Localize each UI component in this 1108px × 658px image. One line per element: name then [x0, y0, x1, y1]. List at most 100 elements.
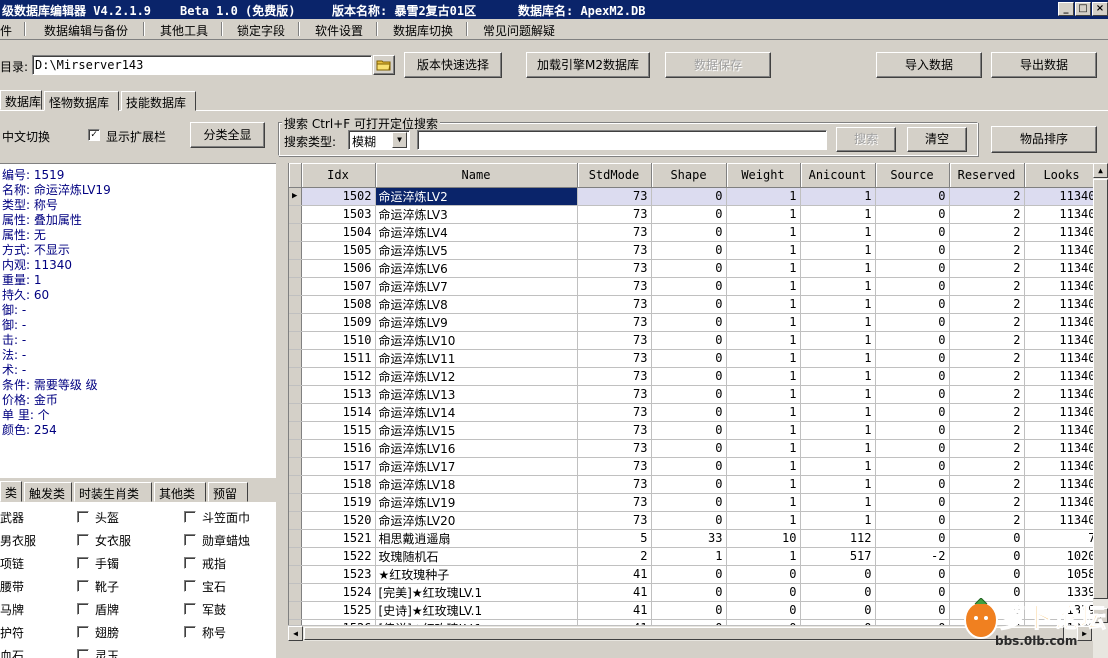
item-grid[interactable]: Idx Name StdMode Shape Weight Anicount S… [288, 163, 1108, 658]
cell-stdmode[interactable]: 73 [577, 511, 652, 530]
cell-name[interactable]: 命运淬炼LV11 [375, 349, 578, 368]
row-indicator[interactable] [289, 583, 302, 602]
cell-looks[interactable]: 11340 [1024, 259, 1100, 278]
cell-idx[interactable]: 1519 [301, 493, 376, 512]
close-icon[interactable]: × [1092, 2, 1108, 16]
cat-helmet-checkbox[interactable] [77, 511, 89, 523]
cell-weight[interactable]: 1 [726, 385, 801, 404]
cell-looks[interactable]: 11340 [1024, 187, 1100, 206]
cell-idx[interactable]: 1516 [301, 439, 376, 458]
search-type-select[interactable]: 模糊 ▼ [348, 130, 410, 150]
cell-anicount[interactable]: 1 [800, 403, 876, 422]
cell-source[interactable]: 0 [875, 475, 950, 494]
item-sort-button[interactable]: 物品排序 [991, 126, 1097, 153]
cell-source[interactable]: 0 [875, 241, 950, 260]
cell-idx[interactable]: 1510 [301, 331, 376, 350]
cell-stdmode[interactable]: 2 [577, 547, 652, 566]
cell-source[interactable]: 0 [875, 529, 950, 548]
cell-looks[interactable]: 11340 [1024, 403, 1100, 422]
cell-anicount[interactable]: 517 [800, 547, 876, 566]
cell-shape[interactable]: 0 [651, 403, 727, 422]
table-row[interactable]: 1514 命运淬炼LV14 73 0 1 1 0 2 11340 [289, 403, 1100, 422]
cell-shape[interactable]: 0 [651, 493, 727, 512]
cell-reserved[interactable]: 2 [949, 421, 1025, 440]
vertical-scroll-thumb[interactable] [1093, 179, 1108, 599]
cell-stdmode[interactable]: 73 [577, 241, 652, 260]
cell-looks[interactable]: 11340 [1024, 367, 1100, 386]
save-data-button[interactable]: 数据保存 [665, 52, 771, 78]
table-row[interactable]: 1511 命运淬炼LV11 73 0 1 1 0 2 11340 [289, 349, 1100, 368]
cell-anicount[interactable]: 1 [800, 259, 876, 278]
cell-shape[interactable]: 0 [651, 295, 727, 314]
clear-button[interactable]: 清空 [907, 127, 967, 152]
cell-anicount[interactable]: 1 [800, 439, 876, 458]
cell-looks[interactable]: 11340 [1024, 241, 1100, 260]
menu-software-settings[interactable]: 软件设置 [315, 22, 363, 39]
cell-name[interactable]: 命运淬炼LV12 [375, 367, 578, 386]
cell-reserved[interactable]: 2 [949, 457, 1025, 476]
cell-name[interactable]: 命运淬炼LV15 [375, 421, 578, 440]
col-looks[interactable]: Looks [1024, 163, 1100, 188]
cell-weight[interactable]: 1 [726, 493, 801, 512]
cell-weight[interactable]: 1 [726, 349, 801, 368]
cell-idx[interactable]: 1517 [301, 457, 376, 476]
cat-amulet[interactable]: 护符 [0, 624, 24, 641]
table-row[interactable]: 1508 命运淬炼LV8 73 0 1 1 0 2 11340 [289, 295, 1100, 314]
menu-other-tools[interactable]: 其他工具 [160, 22, 208, 39]
row-indicator[interactable] [289, 205, 302, 224]
cell-weight[interactable]: 1 [726, 511, 801, 530]
cell-anicount[interactable]: 1 [800, 475, 876, 494]
col-shape[interactable]: Shape [651, 163, 727, 188]
search-button[interactable]: 搜索 [836, 127, 896, 152]
cell-weight[interactable]: 1 [726, 421, 801, 440]
cell-anicount[interactable]: 1 [800, 511, 876, 530]
search-input[interactable] [417, 130, 827, 150]
cell-shape[interactable]: 1 [651, 547, 727, 566]
cell-source[interactable]: 0 [875, 601, 950, 620]
cell-weight[interactable]: 1 [726, 241, 801, 260]
table-row[interactable]: 1506 命运淬炼LV6 73 0 1 1 0 2 11340 [289, 259, 1100, 278]
row-indicator[interactable] [289, 421, 302, 440]
cell-name[interactable]: 命运淬炼LV2 [375, 187, 578, 206]
menu-data-edit-backup[interactable]: 数据编辑与备份 [44, 22, 128, 39]
minimize-icon[interactable]: _ [1058, 2, 1074, 16]
cell-anicount[interactable]: 1 [800, 385, 876, 404]
cell-reserved[interactable]: 2 [949, 331, 1025, 350]
cell-idx[interactable]: 1522 [301, 547, 376, 566]
dir-input[interactable]: D:\Mirserver143 [32, 55, 372, 75]
cat-tab-trigger[interactable]: 触发类 [24, 482, 72, 502]
cat-female-clothes-checkbox[interactable] [77, 534, 89, 546]
cell-name[interactable]: 命运淬炼LV20 [375, 511, 578, 530]
row-indicator[interactable] [289, 439, 302, 458]
menu-faq[interactable]: 常见问题解疑 [483, 22, 555, 39]
cell-weight[interactable]: 1 [726, 313, 801, 332]
chevron-down-icon[interactable]: ▼ [392, 132, 407, 148]
cell-reserved[interactable]: 2 [949, 187, 1025, 206]
cell-weight[interactable]: 1 [726, 295, 801, 314]
cat-belt[interactable]: 腰带 [0, 578, 24, 595]
row-indicator[interactable] [289, 331, 302, 350]
cell-weight[interactable]: 1 [726, 205, 801, 224]
cat-bracelet-checkbox[interactable] [77, 557, 89, 569]
cell-idx[interactable]: 1505 [301, 241, 376, 260]
table-row[interactable]: 1520 命运淬炼LV20 73 0 1 1 0 2 11340 [289, 511, 1100, 530]
cell-source[interactable]: 0 [875, 583, 950, 602]
cell-source[interactable]: 0 [875, 187, 950, 206]
cat-weapon[interactable]: 武器 [0, 509, 24, 526]
cell-stdmode[interactable]: 73 [577, 367, 652, 386]
tab-monster-db[interactable]: 怪物数据库 [44, 91, 119, 111]
table-row[interactable]: ▶ 1502 命运淬炼LV2 73 0 1 1 0 2 11340 [289, 187, 1100, 206]
cell-name[interactable]: [完美]★红玫瑰LV.1 [375, 583, 578, 602]
cell-stdmode[interactable]: 73 [577, 259, 652, 278]
cell-shape[interactable]: 0 [651, 277, 727, 296]
row-indicator[interactable] [289, 277, 302, 296]
cell-stdmode[interactable]: 41 [577, 565, 652, 584]
cell-shape[interactable]: 0 [651, 385, 727, 404]
cat-shield-checkbox[interactable] [77, 603, 89, 615]
tab-item-db[interactable]: 数据库 [0, 90, 42, 110]
cell-weight[interactable]: 1 [726, 277, 801, 296]
cell-reserved[interactable]: 2 [949, 313, 1025, 332]
show-all-categories-button[interactable]: 分类全显 [190, 122, 265, 148]
cell-source[interactable]: 0 [875, 565, 950, 584]
cell-idx[interactable]: 1507 [301, 277, 376, 296]
